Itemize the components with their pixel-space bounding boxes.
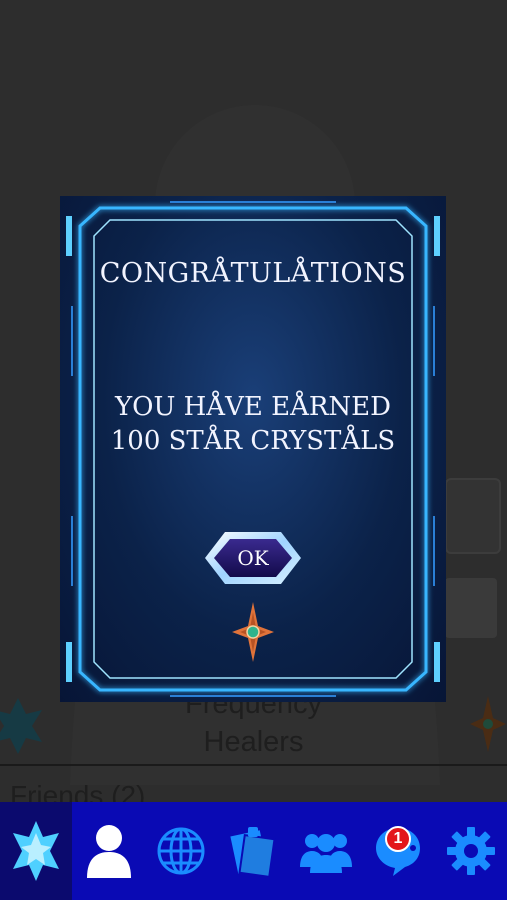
reward-dialog: CONGRÅTULÅTIONS YOU HÅVE EÅRNED 100 STÅR… <box>60 196 446 702</box>
notification-badge: 1 <box>385 826 411 852</box>
profile-icon <box>86 825 131 878</box>
nav-crystals[interactable] <box>0 802 73 900</box>
nav-groups[interactable] <box>290 802 362 900</box>
divider <box>0 764 507 766</box>
nav-profile[interactable] <box>72 802 144 900</box>
gallery-button[interactable] <box>445 578 497 638</box>
gear-icon <box>446 827 495 875</box>
bottom-navigation <box>0 802 507 900</box>
ok-button[interactable]: OK <box>203 530 303 586</box>
dialog-message-line1: YOU HÅVE EÅRNED <box>114 392 392 422</box>
globe-icon <box>157 827 205 875</box>
notes-icon <box>230 827 276 879</box>
ok-button-label: OK <box>237 546 269 570</box>
dialog-message-line2: 100 STÅR CRYSTÅLS <box>110 426 396 456</box>
camera-button[interactable] <box>445 478 501 554</box>
nav-settings[interactable] <box>434 802 506 900</box>
star-icon <box>232 602 274 662</box>
group-icon <box>299 834 352 873</box>
nav-notes[interactable] <box>217 802 289 900</box>
dialog-title: CONGRÅTULÅTIONS <box>99 258 407 289</box>
crystal-icon <box>13 821 60 881</box>
nav-globe[interactable] <box>145 802 217 900</box>
group-name-line2: Healers <box>203 726 304 758</box>
